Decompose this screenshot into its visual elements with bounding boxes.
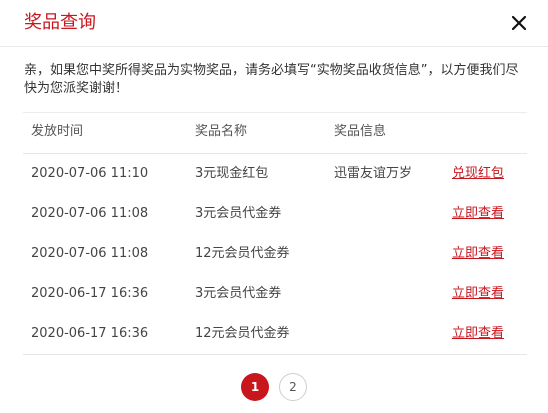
view-now-link[interactable]: 立即查看 [452,194,504,234]
row-time: 2020-07-06 11:10 [31,166,149,181]
row-prize-name: 3元会员代金券 [195,206,282,221]
dialog-header: 奖品查询 [0,0,548,47]
close-button[interactable] [508,12,530,34]
header-time: 发放时间 [31,124,84,139]
notice-text: 亲，如果您中奖所得奖品为实物奖品，请务必填写“实物奖品收货信息”，以方便我们尽快… [24,63,519,96]
view-now-link[interactable]: 立即查看 [452,234,504,274]
row-prize-info: 迅雷友谊万岁 [334,166,413,181]
row-time: 2020-06-17 16:36 [31,286,149,301]
pagination: 1 2 [0,373,548,401]
page-1-button[interactable]: 1 [241,373,269,401]
row-time: 2020-07-06 11:08 [31,246,149,261]
dialog-title: 奖品查询 [24,12,96,33]
table-row: 2020-07-06 11:08 12元会员代金券 立即查看 [23,234,527,274]
close-icon [511,15,527,31]
redeem-red-packet-link[interactable]: 兑现红包 [452,154,504,194]
header-name: 奖品名称 [195,124,248,139]
view-now-link[interactable]: 立即查看 [452,274,504,314]
header-info: 奖品信息 [334,124,387,139]
row-prize-name: 12元会员代金券 [195,326,290,341]
table-row: 2020-07-06 11:08 3元会员代金券 立即查看 [23,194,527,234]
table-row: 2020-06-17 16:36 12元会员代金券 立即查看 [23,314,527,355]
table-row: 2020-07-06 11:10 3元现金红包 迅雷友谊万岁 兑现红包 [23,154,527,194]
table-header: 发放时间 奖品名称 奖品信息 [23,112,527,154]
page-2-button[interactable]: 2 [279,373,307,401]
prize-query-dialog: 奖品查询 亲，如果您中奖所得奖品为实物奖品，请务必填写“实物奖品收货信息”，以方… [0,0,548,413]
row-time: 2020-07-06 11:08 [31,206,149,221]
table-row: 2020-06-17 16:36 3元会员代金券 立即查看 [23,274,527,314]
prize-table: 发放时间 奖品名称 奖品信息 2020-07-06 11:10 3元现金红包 迅… [23,112,527,355]
row-prize-name: 3元会员代金券 [195,286,282,301]
view-now-link[interactable]: 立即查看 [452,314,504,354]
row-prize-name: 3元现金红包 [195,166,269,181]
row-time: 2020-06-17 16:36 [31,326,149,341]
row-prize-name: 12元会员代金券 [195,246,290,261]
